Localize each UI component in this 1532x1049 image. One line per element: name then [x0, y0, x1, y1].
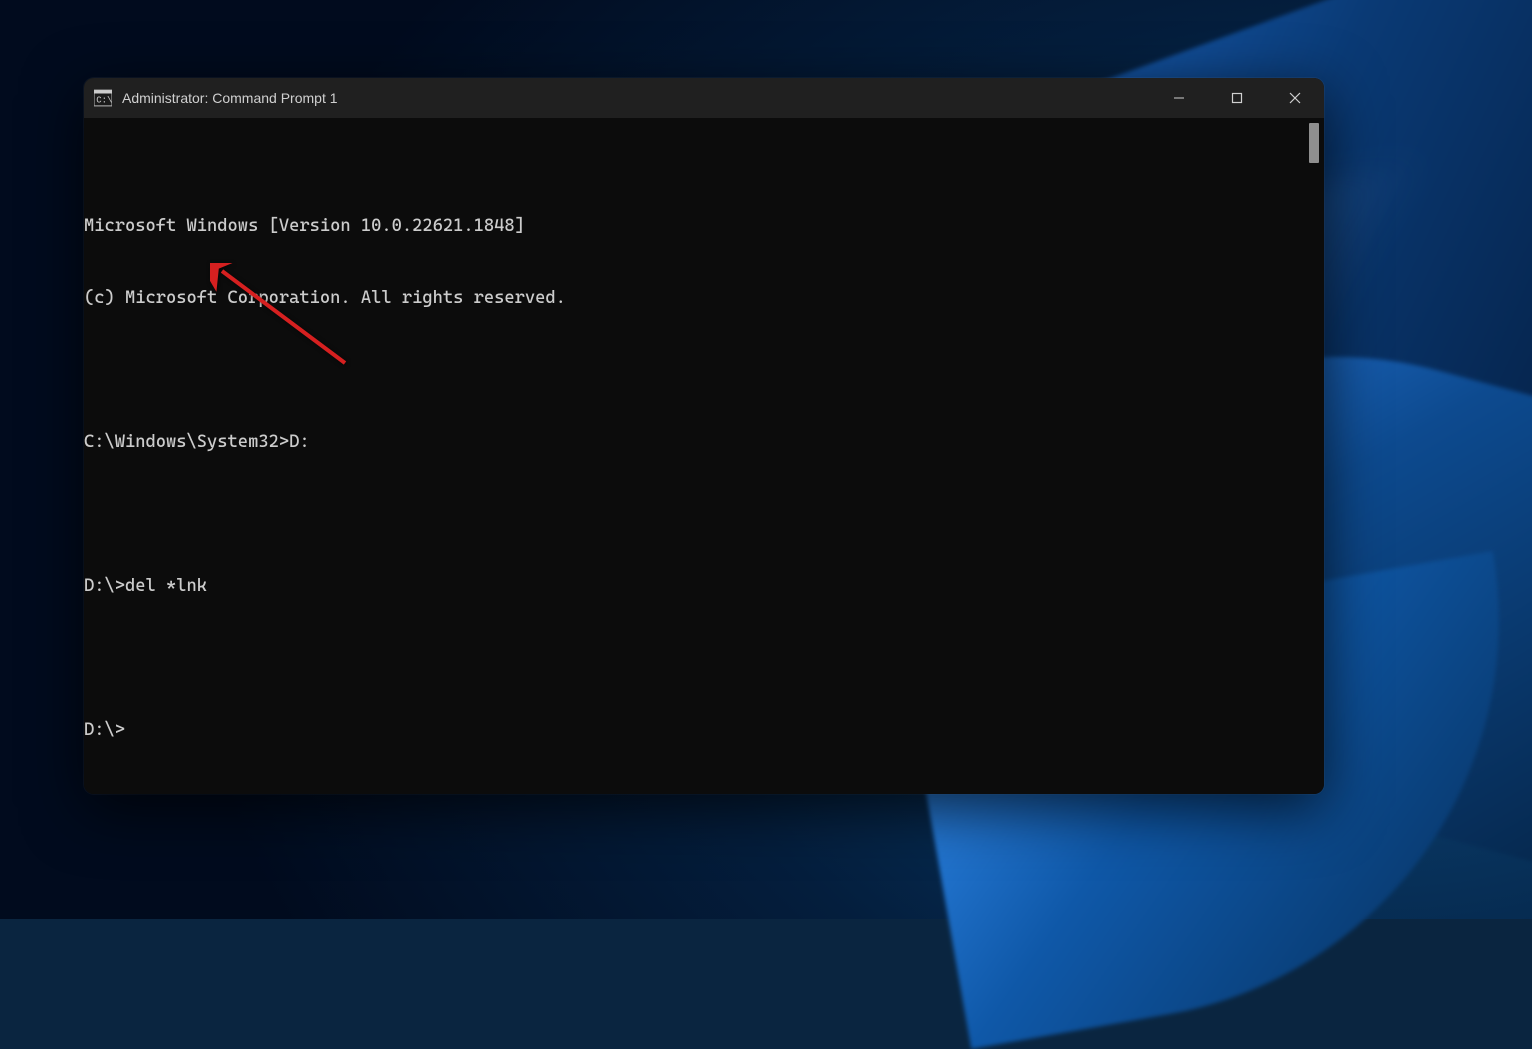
minimize-button[interactable] — [1150, 78, 1208, 118]
maximize-button[interactable] — [1208, 78, 1266, 118]
terminal-text: (c) Microsoft Corporation. All rights re… — [84, 286, 566, 310]
window-titlebar[interactable]: C:\ Administrator: Command Prompt 1 — [84, 78, 1324, 118]
window-controls — [1150, 78, 1324, 118]
close-button[interactable] — [1266, 78, 1324, 118]
terminal-output: Microsoft Windows [Version 10.0.22621.18… — [84, 166, 1324, 790]
terminal-viewport[interactable]: Microsoft Windows [Version 10.0.22621.18… — [84, 118, 1324, 794]
terminal-command: del *lnk — [125, 574, 207, 598]
terminal-text: Microsoft Windows [Version 10.0.22621.18… — [84, 214, 525, 238]
terminal-prompt: D:\> — [84, 718, 125, 742]
terminal-prompt: D:\> — [84, 574, 125, 598]
cmd-app-icon: C:\ — [94, 89, 112, 107]
window-title: Administrator: Command Prompt 1 — [122, 90, 1150, 106]
terminal-prompt: C:\Windows\System32> — [84, 430, 289, 454]
terminal-command: D: — [289, 430, 310, 454]
scrollbar-thumb[interactable] — [1309, 123, 1319, 163]
svg-text:C:\: C:\ — [96, 96, 112, 106]
command-prompt-window: C:\ Administrator: Command Prompt 1 Micr… — [84, 78, 1324, 794]
